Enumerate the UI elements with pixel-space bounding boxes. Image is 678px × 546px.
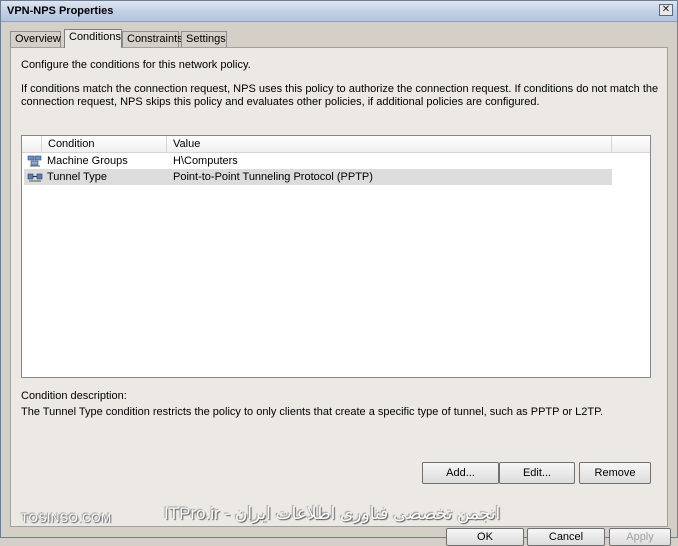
header-spacer — [22, 136, 42, 152]
close-icon: ✕ — [661, 4, 671, 15]
add-button[interactable]: Add... — [422, 462, 499, 484]
tab-settings[interactable]: Settings — [181, 31, 227, 47]
remove-button[interactable]: Remove — [579, 462, 651, 484]
machine-groups-icon — [27, 155, 43, 167]
watermark-left: TOSINSO.COM — [21, 511, 112, 525]
help-text-line2: connection request, NPS skips this polic… — [21, 96, 540, 108]
window-title: VPN-NPS Properties — [7, 5, 114, 17]
condition-description-text: The Tunnel Type condition restricts the … — [21, 406, 604, 418]
value-cell: Point-to-Point Tunneling Protocol (PPTP) — [173, 171, 373, 183]
list-header: Condition Value — [22, 136, 650, 153]
intro-text: Configure the conditions for this networ… — [21, 59, 251, 71]
condition-description-label: Condition description: — [21, 390, 127, 402]
table-row[interactable]: Tunnel Type Point-to-Point Tunneling Pro… — [24, 169, 612, 185]
cancel-button[interactable]: Cancel — [527, 528, 605, 546]
table-row[interactable]: Machine Groups H\Computers — [24, 153, 612, 169]
column-header-value[interactable]: Value — [167, 136, 612, 152]
tunnel-type-icon — [27, 171, 43, 183]
ok-button-label: OK — [477, 531, 493, 543]
apply-button-label: Apply — [626, 531, 654, 543]
close-button[interactable]: ✕ — [659, 4, 673, 16]
value-cell: H\Computers — [173, 155, 238, 167]
condition-cell: Tunnel Type — [47, 171, 107, 183]
remove-button-label: Remove — [594, 467, 636, 479]
condition-cell: Machine Groups — [47, 155, 128, 167]
properties-dialog: VPN-NPS Properties ✕ Overview Conditions… — [0, 0, 678, 546]
cancel-button-label: Cancel — [548, 531, 584, 543]
conditions-list[interactable]: Condition Value Machine Groups H\Compute… — [21, 135, 651, 378]
ok-button[interactable]: OK — [446, 528, 524, 546]
edit-button[interactable]: Edit... — [499, 462, 575, 484]
tab-conditions[interactable]: Conditions — [64, 29, 122, 48]
help-text-line1: If conditions match the connection reque… — [21, 83, 659, 95]
watermark-right: ITPro.ir - انجمن تخصصی فناوری اطلاعات ای… — [164, 504, 501, 523]
edit-button-label: Edit... — [522, 467, 552, 479]
apply-button[interactable]: Apply — [609, 528, 671, 546]
column-header-condition[interactable]: Condition — [42, 136, 167, 152]
add-button-label: Add... — [446, 467, 475, 479]
tab-constraints[interactable]: Constraints — [122, 31, 183, 47]
tab-overview[interactable]: Overview — [10, 31, 61, 47]
title-bar[interactable]: VPN-NPS Properties ✕ — [1, 1, 677, 22]
